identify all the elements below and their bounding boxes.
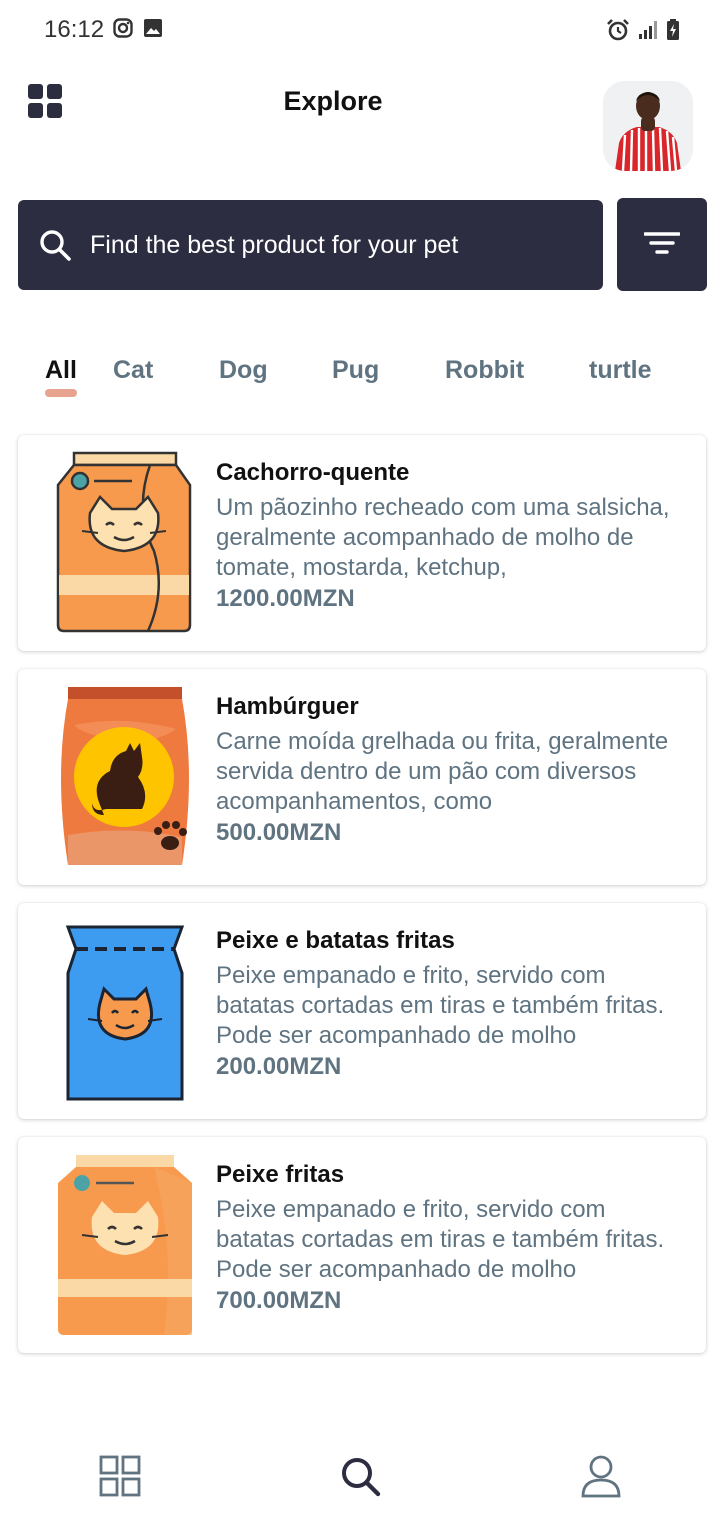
search-icon bbox=[40, 230, 71, 261]
search-input[interactable] bbox=[90, 220, 590, 270]
filter-icon bbox=[644, 232, 680, 254]
orange-cat-food-bag-icon bbox=[58, 1155, 192, 1335]
alarm-icon bbox=[607, 19, 629, 41]
tab-dog[interactable]: Dog bbox=[219, 356, 268, 385]
active-tab-indicator bbox=[45, 389, 77, 397]
tab-cat[interactable]: Cat bbox=[113, 356, 153, 385]
tab-robbit[interactable]: Robbit bbox=[445, 356, 524, 385]
orange-cat-food-bag-icon bbox=[56, 451, 192, 633]
blue-cat-food-bag-icon bbox=[65, 925, 185, 1101]
product-price: 1200.00MZN bbox=[216, 585, 355, 612]
product-name: Cachorro-quente bbox=[216, 459, 410, 486]
product-description: Carne moída grelhada ou frita, geralment… bbox=[216, 728, 669, 813]
battery-charging-icon bbox=[667, 19, 679, 40]
product-price: 200.00MZN bbox=[216, 1053, 342, 1080]
instagram-icon bbox=[113, 18, 133, 38]
user-photo bbox=[603, 81, 693, 171]
status-bar: 16:12 bbox=[0, 0, 720, 60]
cat-silhouette-food-bag-icon bbox=[61, 687, 189, 865]
tab-pug[interactable]: Pug bbox=[332, 356, 379, 385]
signal-icon bbox=[639, 21, 657, 39]
bottom-navigation bbox=[0, 1440, 720, 1520]
filter-button[interactable] bbox=[617, 198, 707, 291]
status-time: 16:12 bbox=[44, 16, 105, 43]
product-card[interactable]: Hambúrguer Carne moída grelhada ou frita… bbox=[18, 669, 706, 885]
avatar[interactable] bbox=[603, 81, 693, 171]
product-card[interactable]: Peixe fritas Peixe empanado e frito, ser… bbox=[18, 1137, 706, 1353]
tab-turtle[interactable]: turtle bbox=[589, 356, 652, 385]
product-name: Peixe e batatas fritas bbox=[216, 927, 455, 954]
product-description: Um pãozinho recheado com uma salsicha, g… bbox=[216, 494, 670, 579]
product-name: Peixe fritas bbox=[216, 1161, 345, 1188]
grid-outline-icon bbox=[99, 1455, 141, 1497]
nav-home[interactable] bbox=[98, 1454, 142, 1498]
nav-profile[interactable] bbox=[579, 1454, 623, 1498]
gallery-icon bbox=[144, 19, 162, 37]
nav-search[interactable] bbox=[338, 1454, 382, 1498]
product-price: 700.00MZN bbox=[216, 1287, 342, 1314]
category-tabs: All Cat Dog Pug Robbit turtle bbox=[0, 356, 720, 406]
page-title: Explore bbox=[283, 86, 383, 116]
product-card[interactable]: Peixe e batatas fritas Peixe empanado e … bbox=[18, 903, 706, 1119]
search-icon bbox=[342, 1458, 381, 1497]
tab-all[interactable]: All bbox=[45, 356, 77, 385]
product-price: 500.00MZN bbox=[216, 819, 342, 846]
product-card[interactable]: Cachorro-quente Um pãozinho recheado com… bbox=[18, 435, 706, 651]
user-icon bbox=[581, 1455, 621, 1498]
search-box[interactable] bbox=[18, 200, 603, 290]
product-description: Peixe empanado e frito, servido com bata… bbox=[216, 962, 665, 1047]
product-name: Hambúrguer bbox=[216, 693, 359, 720]
product-description: Peixe empanado e frito, servido com bata… bbox=[216, 1196, 665, 1281]
